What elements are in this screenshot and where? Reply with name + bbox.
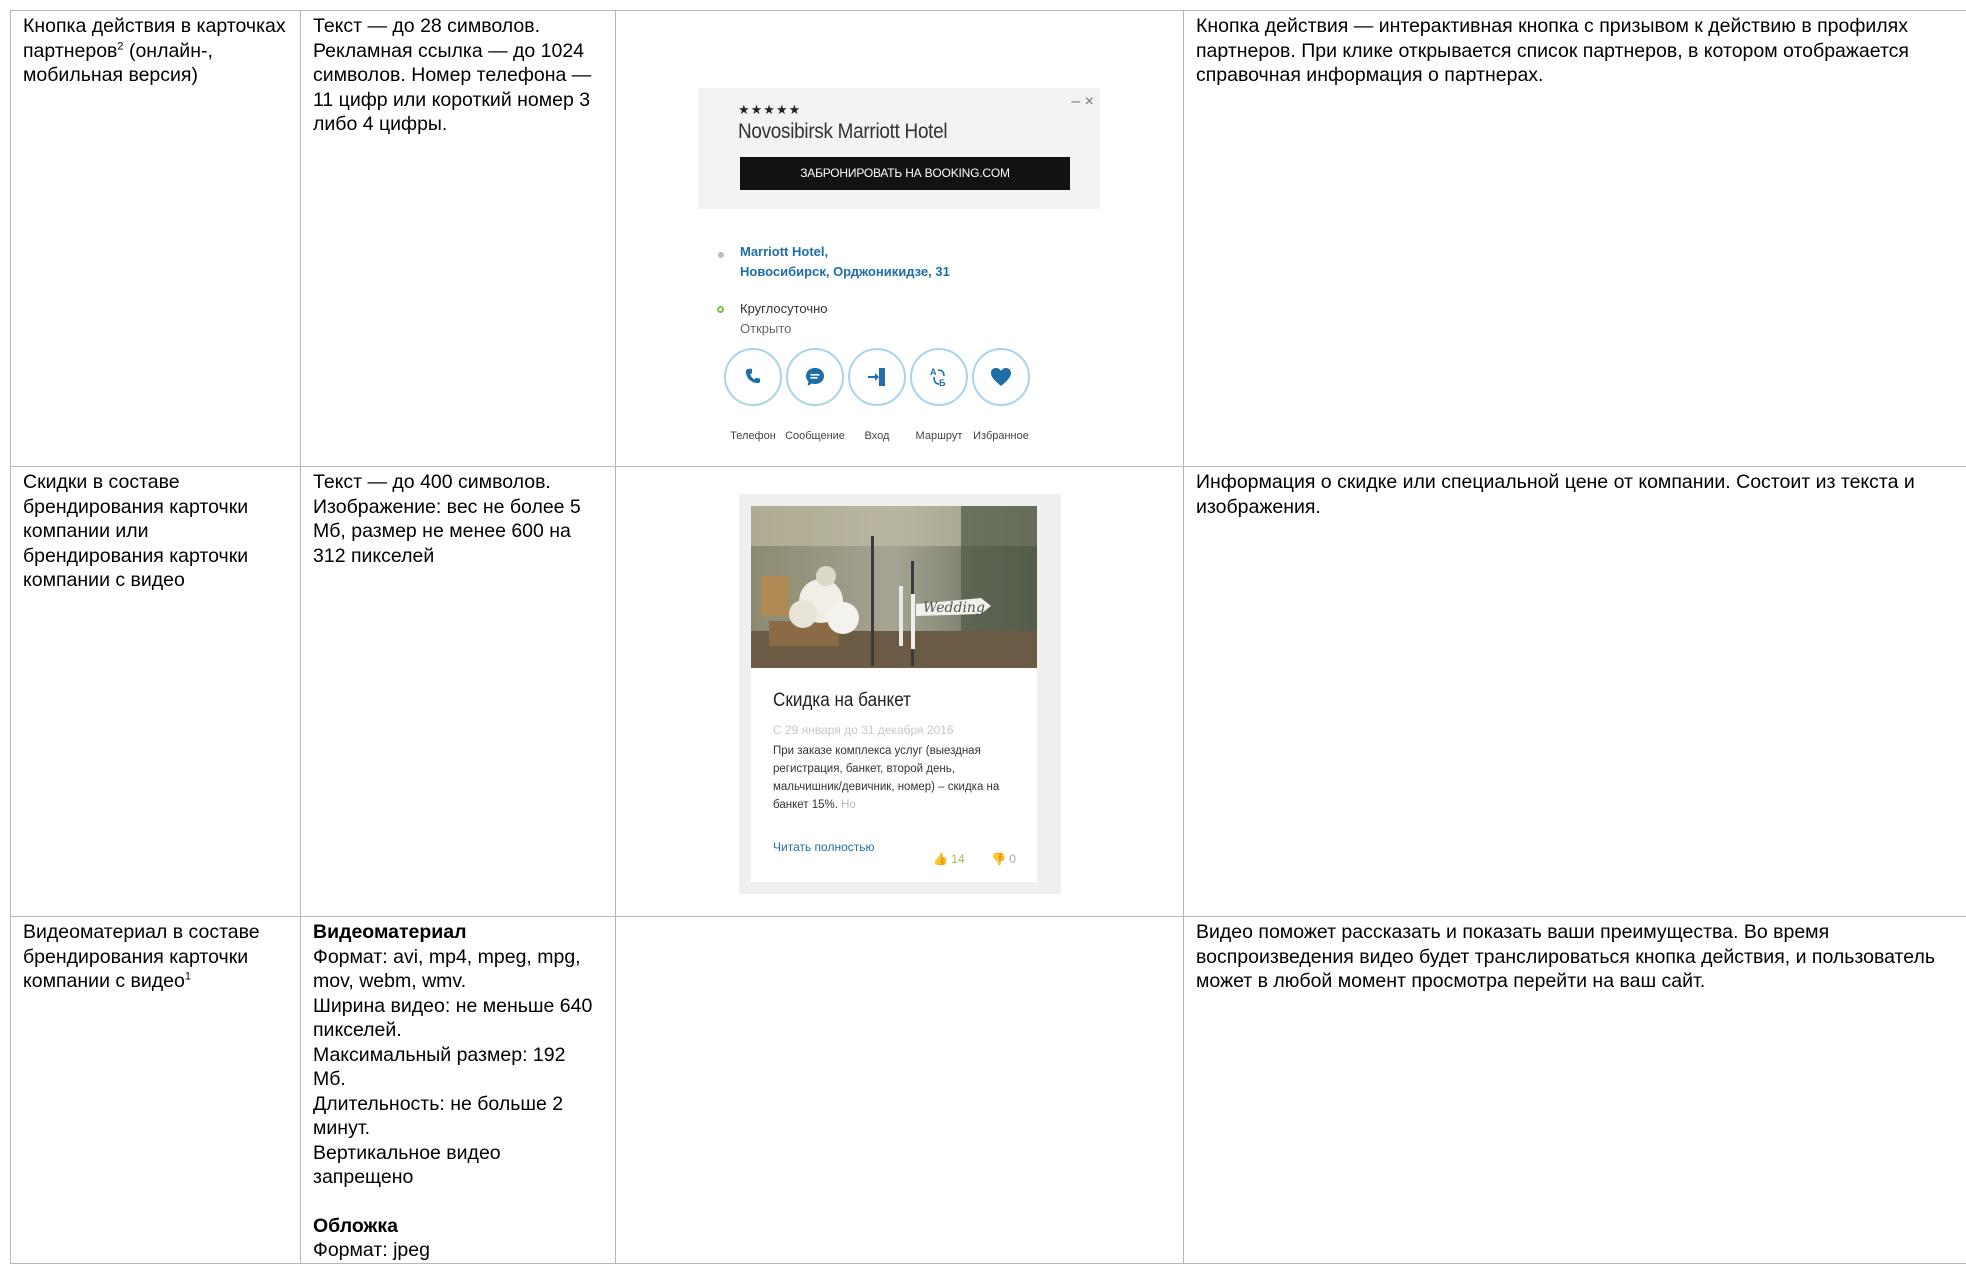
table-row: Кнопка действия в карточках партнеров2 (… (11, 11, 1966, 467)
svg-text:Б: Б (939, 378, 946, 388)
thumbs-down-icon: 👎 (991, 852, 1006, 866)
read-more-link[interactable]: Читать полностью (773, 835, 875, 860)
dislike-button[interactable]: 👎 0 (991, 847, 1016, 872)
footnote-mark: 1 (185, 971, 191, 983)
requirements-cell: Текст — до 400 символов. Изображение: ве… (301, 467, 616, 917)
phone-icon[interactable] (724, 348, 782, 406)
action-buttons: Телефон Сообщение Вход (716, 348, 1100, 448)
example-cell: Wedding Скидка на банкет С 29 января до … (616, 467, 1184, 917)
video-req: Вертикальное видео запрещено (313, 1141, 603, 1190)
heart-icon[interactable] (972, 348, 1030, 406)
discount-card: Wedding Скидка на банкет С 29 января до … (739, 494, 1061, 894)
close-icon[interactable]: – × (1071, 90, 1094, 115)
message-icon[interactable] (786, 348, 844, 406)
address-bullet-icon (718, 252, 724, 258)
requirements-cell: Видеоматериал Формат: avi, mp4, mpeg, mp… (301, 917, 616, 1264)
format-name-cell: Скидки в составе брендирования карточки … (11, 467, 301, 917)
spec-table: Кнопка действия в карточках партнеров2 (… (10, 10, 1966, 1264)
hotel-name: Novosibirsk Marriott Hotel (738, 120, 947, 145)
cover-req: Формат: jpeg (313, 1238, 603, 1263)
partner-card: ★★★★★ – × Novosibirsk Marriott Hotel ЗАБ… (698, 88, 1100, 455)
wedding-sign: Wedding (923, 600, 985, 616)
open-status: Открыто (740, 317, 791, 342)
format-name-cell: Кнопка действия в карточках партнеров2 (… (11, 11, 301, 467)
discount-text: При заказе комплекса услуг (выездная рег… (773, 742, 1025, 814)
video-req: Формат: avi, mp4, mpeg, mpg, mov, webm, … (313, 945, 603, 994)
example-cell: ★★★★★ – × Novosibirsk Marriott Hotel ЗАБ… (616, 11, 1184, 467)
svg-text:A: A (930, 367, 937, 377)
rating-stars: ★★★★★ (738, 98, 801, 123)
route-icon[interactable]: AБ (910, 348, 968, 406)
description-cell: Видео поможет рассказать и показать ваши… (1184, 917, 1966, 1264)
video-req: Максимальный размер: 192 Мб. (313, 1043, 603, 1092)
discount-photo: Wedding (751, 506, 1037, 668)
example-cell (616, 917, 1184, 1264)
format-name-cell: Видеоматериал в составе брендирования ка… (11, 917, 301, 1264)
discount-date: С 29 января до 31 декабря 2016 (773, 718, 954, 743)
table-row: Скидки в составе брендирования карточки … (11, 467, 1966, 917)
address-link[interactable]: Marriott Hotel, Новосибирск, Орджоникидз… (740, 242, 950, 282)
thumbs-up-icon: 👍 (933, 852, 948, 866)
table-row: Видеоматериал в составе брендирования ка… (11, 917, 1966, 1264)
booking-button[interactable]: ЗАБРОНИРОВАТЬ НА BOOKING.COM (740, 157, 1070, 190)
entrance-icon[interactable] (848, 348, 906, 406)
footnote-mark: 2 (117, 40, 123, 52)
cover-heading: Обложка (313, 1214, 603, 1239)
partner-card-header: ★★★★★ – × Novosibirsk Marriott Hotel ЗАБ… (698, 88, 1100, 209)
video-req: Длительность: не больше 2 минут. (313, 1092, 603, 1141)
video-heading: Видеоматериал (313, 920, 603, 945)
discount-title: Скидка на банкет (773, 689, 911, 714)
video-req: Ширина видео: не меньше 640 пикселей. (313, 994, 603, 1043)
like-button[interactable]: 👍 14 (933, 847, 965, 872)
description-cell: Кнопка действия — интерактивная кнопка с… (1184, 11, 1966, 467)
open-status-icon (717, 306, 724, 313)
description-cell: Информация о скидке или специальной цене… (1184, 467, 1966, 917)
action-favorite[interactable]: Избранное (964, 348, 1038, 449)
requirements-cell: Текст — до 28 символов. Рекламная ссылка… (301, 11, 616, 467)
